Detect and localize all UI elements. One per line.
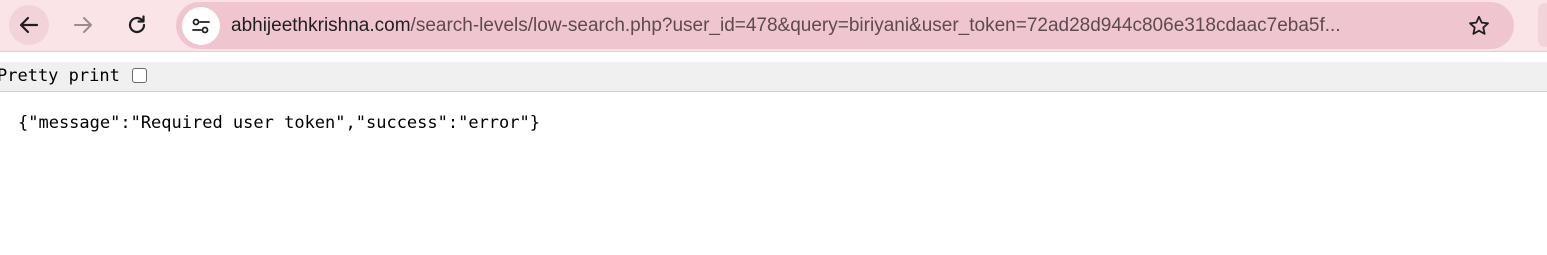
address-bar[interactable]: abhijeethkrishna.com/search-levels/low-s… [176,2,1514,49]
url-text[interactable]: abhijeethkrishna.com/search-levels/low-s… [231,14,1341,38]
site-info-button[interactable] [182,7,220,45]
arrow-right-icon [74,17,92,33]
browser-toolbar: abhijeethkrishna.com/search-levels/low-s… [0,0,1547,52]
reload-icon [128,15,146,34]
url-host: abhijeethkrishna.com [231,15,411,36]
reload-button[interactable] [117,5,157,45]
pretty-print-checkbox[interactable] [132,68,147,83]
forward-button[interactable] [63,5,103,45]
pretty-print-bar: Pretty print [0,62,1547,92]
star-icon [1469,15,1489,35]
json-response-body: {"message":"Required user token","succes… [18,113,540,133]
url-path: /search-levels/low-search.php?user_id=47… [410,15,1341,36]
tune-icon [192,18,210,34]
arrow-left-icon [19,16,39,34]
toolbar-edge-button[interactable] [1538,3,1547,47]
bookmark-button[interactable] [1466,13,1492,39]
pretty-print-label: Pretty print [0,66,120,86]
back-button[interactable] [9,5,49,45]
